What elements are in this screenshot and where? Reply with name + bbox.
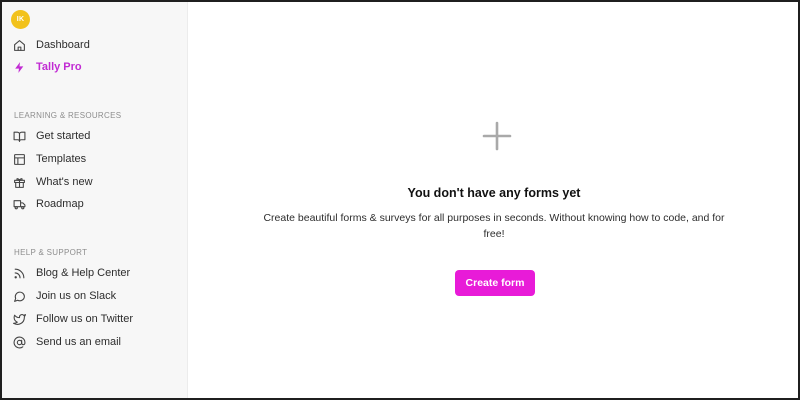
sidebar-item-templates[interactable]: Templates	[12, 149, 86, 169]
section-title-learning: LEARNING & RESOURCES	[14, 111, 122, 120]
avatar[interactable]: IK	[11, 10, 30, 29]
gift-icon	[12, 175, 26, 189]
create-form-button[interactable]: Create form	[455, 270, 535, 296]
truck-icon	[12, 197, 26, 211]
empty-state-description: Create beautiful forms & surveys for all…	[263, 212, 725, 240]
main-content: You don't have any forms yet Create beau…	[188, 2, 798, 398]
book-icon	[12, 129, 26, 143]
sidebar-item-label: What's new	[36, 176, 93, 188]
sidebar-item-label: Blog & Help Center	[36, 267, 131, 279]
sidebar-item-twitter[interactable]: Follow us on Twitter	[12, 309, 133, 329]
sidebar: IK Dashboard Tally Pro LEARNING & RESOUR…	[2, 2, 188, 398]
sidebar-item-roadmap[interactable]: Roadmap	[12, 194, 84, 214]
layout-icon	[12, 152, 26, 166]
sidebar-item-blog[interactable]: Blog & Help Center	[12, 263, 130, 283]
sidebar-item-dashboard[interactable]: Dashboard	[12, 35, 90, 55]
plus-icon[interactable]	[481, 120, 513, 152]
lightning-icon	[12, 60, 26, 74]
sidebar-item-label: Tally Pro	[36, 61, 82, 73]
app-window: IK Dashboard Tally Pro LEARNING & RESOUR…	[0, 0, 800, 400]
sidebar-item-get-started[interactable]: Get started	[12, 126, 90, 146]
sidebar-item-label: Get started	[36, 130, 91, 142]
empty-state-title: You don't have any forms yet	[407, 186, 581, 200]
at-sign-icon	[12, 335, 26, 349]
sidebar-item-slack[interactable]: Join us on Slack	[12, 286, 116, 306]
sidebar-item-label: Follow us on Twitter	[36, 313, 134, 325]
sidebar-item-tally-pro[interactable]: Tally Pro	[12, 57, 82, 77]
sidebar-item-label: Dashboard	[36, 39, 90, 51]
sidebar-item-label: Templates	[36, 153, 87, 165]
sidebar-item-label: Send us an email	[36, 336, 121, 348]
chat-bubble-icon	[12, 289, 26, 303]
sidebar-item-label: Join us on Slack	[36, 290, 117, 302]
rss-icon	[12, 266, 26, 280]
sidebar-item-label: Roadmap	[36, 198, 84, 210]
home-icon	[12, 38, 26, 52]
section-title-help: HELP & SUPPORT	[14, 248, 88, 257]
sidebar-item-whats-new[interactable]: What's new	[12, 172, 93, 192]
sidebar-item-email[interactable]: Send us an email	[12, 332, 121, 352]
twitter-icon	[12, 312, 26, 326]
